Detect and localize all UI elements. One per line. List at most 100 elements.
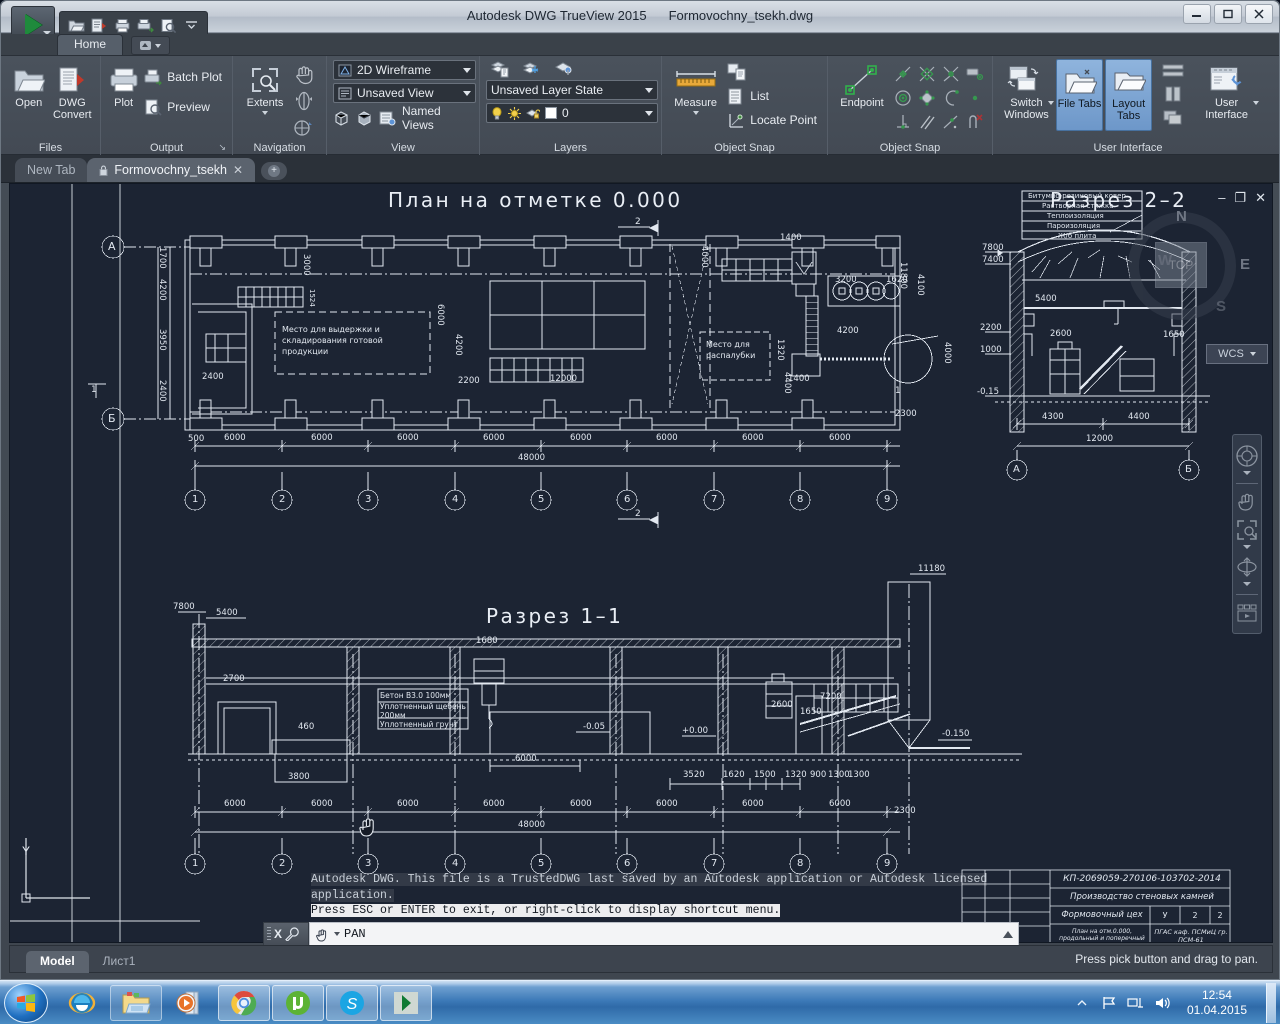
file-tab-formovochny-tsekh[interactable]: Formovochny_tsekh ✕ (87, 158, 256, 182)
title-block-drawing-desc: План на отм.0.000, продольный и поперечн… (1059, 928, 1145, 942)
osnap-intersection-icon[interactable] (914, 61, 940, 87)
osnap-extension-icon[interactable] (962, 61, 988, 87)
taskbar-item-dwg-trueview[interactable] (380, 984, 432, 1021)
status-bar-icon[interactable] (1160, 61, 1186, 81)
start-orb-icon[interactable] (4, 982, 48, 1023)
tab-home[interactable]: Home (57, 34, 124, 55)
osnap-nearest-icon[interactable] (938, 109, 964, 135)
osnap-apparent-intersection-icon[interactable] (938, 61, 964, 87)
command-input[interactable]: PAN (309, 922, 1019, 946)
taskbar-item-internet-explorer[interactable] (56, 985, 108, 1021)
chevron-down-icon[interactable] (262, 111, 268, 115)
copy-properties-button[interactable] (723, 61, 821, 83)
layer-properties-icon[interactable] (490, 60, 510, 78)
dwg-convert-icon[interactable] (89, 15, 109, 35)
sun-icon[interactable] (508, 106, 521, 120)
command-line-grip[interactable]: X (263, 922, 309, 946)
show-desktop-button[interactable] (1266, 982, 1276, 1023)
zoom-extents-button[interactable]: Extents (239, 59, 291, 115)
plot-preview-icon[interactable] (135, 15, 155, 35)
file-tabs-button[interactable]: File Tabs (1055, 59, 1104, 131)
locate-point-button[interactable]: Locate Point (723, 109, 821, 131)
close-icon[interactable]: ✕ (233, 163, 243, 177)
chevron-down-icon[interactable] (645, 87, 653, 93)
measure-button[interactable]: Measure (668, 59, 723, 115)
visual-style-combo[interactable]: 2D Wireframe (333, 60, 476, 80)
layout-tab-model[interactable]: Model (26, 951, 89, 973)
tile-vertically-icon[interactable] (1160, 84, 1186, 104)
taskbar-item-file-explorer[interactable] (110, 984, 162, 1021)
osnap-perpendicular-icon[interactable] (890, 109, 916, 135)
osnap-tangent-icon[interactable] (938, 85, 964, 111)
taskbar-item-utorrent[interactable] (272, 984, 324, 1021)
unlock-icon[interactable] (526, 107, 540, 120)
title-bar[interactable]: Autodesk DWG TrueView 2015 Formovochny_ts… (1, 1, 1279, 44)
network-icon[interactable] (1127, 994, 1145, 1012)
chevron-down-icon[interactable] (463, 67, 471, 73)
close-button[interactable] (1245, 4, 1273, 24)
chevron-down-icon[interactable] (1253, 101, 1259, 105)
orbit-icon[interactable] (291, 88, 317, 114)
osnap-node-icon[interactable] (962, 85, 988, 111)
panel-dialog-launcher-icon[interactable]: ↘ (218, 142, 226, 153)
show-hidden-icons-icon[interactable] (1073, 994, 1091, 1012)
osnap-none-icon[interactable] (962, 109, 988, 135)
taskbar-item-skype[interactable]: S (326, 984, 378, 1021)
command-line[interactable]: X PAN (263, 922, 1019, 946)
color-swatch-icon[interactable] (545, 107, 557, 119)
file-tab-new-tab[interactable]: New Tab (15, 158, 88, 182)
taskbar-item-media-player[interactable] (164, 985, 216, 1021)
layer-isolate-icon[interactable] (554, 60, 574, 78)
osnap-center-icon[interactable] (890, 85, 916, 111)
named-views-icon[interactable] (379, 110, 396, 126)
chevron-down-icon[interactable] (334, 932, 340, 936)
plot-icon[interactable] (112, 15, 132, 35)
view-preset-combo[interactable]: Unsaved View (333, 83, 476, 103)
open-icon[interactable] (66, 15, 86, 35)
batch-plot-button[interactable]: Batch Plot (140, 65, 226, 89)
layout-tab-list1[interactable]: Лист1 (89, 951, 150, 973)
osnap-endpoint-button[interactable]: Endpoint (834, 59, 890, 109)
lightbulb-icon[interactable] (491, 106, 503, 120)
chevron-down-icon[interactable] (1047, 101, 1054, 105)
layer-freeze-icon[interactable] (522, 60, 542, 78)
drag-handle-icon[interactable] (267, 927, 271, 941)
new-tab-button[interactable]: + (261, 162, 288, 180)
volume-icon[interactable] (1154, 994, 1172, 1012)
qat-dropdown-icon[interactable] (181, 15, 201, 35)
pan-hand-icon[interactable] (291, 61, 317, 87)
action-center-flag-icon[interactable] (1100, 994, 1118, 1012)
expand-history-icon[interactable] (1003, 930, 1013, 938)
taskbar-item-google-chrome[interactable] (218, 984, 270, 1021)
wrench-icon[interactable] (285, 927, 299, 941)
clock[interactable]: 12:54 01.04.2015 (1181, 988, 1253, 1018)
current-layer-combo[interactable]: 0 (486, 103, 658, 123)
section-1-1-grid-number-3: 3 (365, 858, 372, 869)
preview-button[interactable]: Preview (140, 95, 226, 119)
user-interface-button[interactable]: User Interface (1196, 59, 1259, 121)
command-close-icon[interactable]: X (274, 927, 282, 941)
steering-wheel-icon[interactable] (291, 115, 317, 141)
chevron-down-icon[interactable] (463, 90, 471, 96)
ucs-box-icon[interactable] (333, 110, 350, 126)
chevron-down-icon[interactable] (645, 110, 653, 116)
list-button[interactable]: List (723, 85, 821, 107)
chevron-down-icon[interactable] (692, 111, 699, 115)
layer-state-combo[interactable]: Unsaved Layer State (486, 80, 658, 100)
cascade-icon[interactable] (1160, 107, 1186, 127)
maximize-button[interactable] (1214, 4, 1242, 24)
layout-tabs-button[interactable]: Layout Tabs (1105, 59, 1153, 131)
ucs-iso-icon[interactable] (356, 110, 373, 126)
ribbon-minimize-control[interactable] (131, 36, 171, 55)
dwg-convert-button[interactable]: DWG Convert (51, 59, 95, 121)
minimize-button[interactable] (1183, 4, 1211, 24)
osnap-midpoint-icon[interactable] (890, 61, 916, 87)
open-button[interactable]: Open (7, 59, 51, 109)
preview-icon[interactable] (158, 15, 178, 35)
plot-button[interactable]: Plot (107, 59, 140, 109)
osnap-quadrant-icon[interactable] (914, 85, 940, 111)
drawing-canvas[interactable]: План на отметке 0.000 Разрез 2–2 Разрез … (9, 183, 1273, 943)
osnap-parallel-icon[interactable] (914, 109, 940, 135)
switch-windows-button[interactable]: Switch Windows (999, 59, 1054, 121)
named-views-label[interactable]: Named Views (402, 104, 473, 132)
